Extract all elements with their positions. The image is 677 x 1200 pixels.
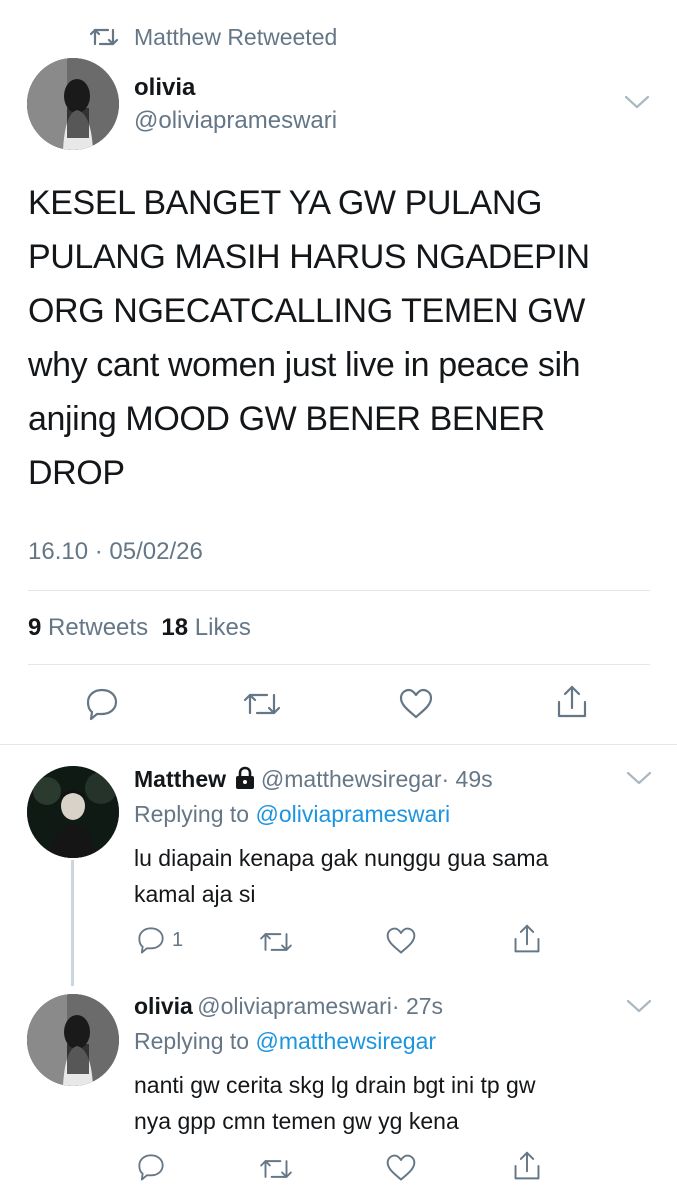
author-name[interactable]: olivia [134, 74, 195, 102]
chevron-down-icon[interactable] [624, 94, 650, 110]
replying-to: Replying to @oliviaprameswari [134, 800, 450, 828]
reply-text: nanti gw cerita skg lg drain bgt ini tp … [134, 1067, 535, 1139]
reply-header: olivia @oliviaprameswari· 27s [134, 992, 443, 1020]
reply-icon[interactable] [136, 1152, 166, 1182]
chevron-down-icon[interactable] [626, 998, 652, 1014]
share-icon[interactable] [512, 1150, 542, 1182]
retweet-icon[interactable] [259, 928, 293, 956]
reply-text-line: kamal aja si [134, 881, 256, 907]
author-handle[interactable]: @matthewsiregar [261, 766, 442, 792]
chevron-down-icon[interactable] [626, 770, 652, 786]
author-handle[interactable]: @oliviaprameswari [134, 107, 337, 135]
reply-icon[interactable] [84, 686, 120, 722]
retweet-label[interactable]: Retweets [48, 614, 148, 641]
author-handle[interactable]: @oliviaprameswari [197, 993, 392, 1019]
reply-time: · 27s [391, 993, 444, 1019]
retweet-icon[interactable] [243, 688, 281, 720]
reply-text-line: nanti gw cerita skg lg drain bgt ini tp … [134, 1072, 536, 1098]
retweet-header-icon [90, 24, 118, 50]
like-label[interactable]: Likes [195, 614, 251, 641]
avatar[interactable] [27, 994, 119, 1086]
lock-icon [234, 766, 256, 790]
divider [28, 664, 650, 665]
avatar[interactable] [27, 766, 119, 858]
author-name[interactable]: olivia [134, 993, 193, 1019]
replying-to-label: Replying to [134, 801, 250, 827]
replying-to-link[interactable]: @oliviaprameswari [255, 801, 450, 827]
retweet-count[interactable]: 9 [28, 614, 41, 641]
tweet-timestamp: 16.10 · 05/02/26 [28, 538, 203, 565]
share-icon[interactable] [512, 923, 542, 955]
tweet-text: KESEL BANGET YA GW PULANG PULANG MASIH H… [28, 184, 590, 492]
replying-to-label: Replying to [134, 1028, 250, 1054]
reply-text-line: lu diapain kenapa gak nunggu gua sama [134, 845, 549, 871]
retweet-icon[interactable] [259, 1155, 293, 1183]
reply-text-line: nya gpp cmn temen gw yg kena [134, 1108, 459, 1134]
reply-header: Matthew @matthewsiregar· 49s [134, 765, 493, 793]
avatar[interactable] [27, 58, 119, 150]
retweet-header-text: Matthew Retweeted [134, 24, 338, 50]
replying-to: Replying to @matthewsiregar [134, 1027, 436, 1055]
like-icon[interactable] [385, 926, 417, 956]
author-name[interactable]: Matthew [134, 766, 226, 792]
thread-line [71, 860, 74, 986]
like-icon[interactable] [385, 1153, 417, 1183]
reply-icon[interactable] [136, 925, 166, 955]
replying-to-link[interactable]: @matthewsiregar [255, 1028, 436, 1054]
reply-text: lu diapain kenapa gak nunggu gua sama ka… [134, 840, 548, 912]
like-count[interactable]: 18 [161, 614, 188, 641]
divider [0, 744, 677, 745]
reply-count: 1 [172, 928, 184, 951]
reply-time: · 49s [441, 766, 493, 792]
like-icon[interactable] [398, 688, 434, 720]
divider [28, 590, 650, 591]
engagement-stats[interactable]: 9 Retweets 18 Likes [28, 614, 251, 642]
share-icon[interactable] [555, 684, 589, 720]
reply-action[interactable]: 1 [136, 925, 183, 955]
